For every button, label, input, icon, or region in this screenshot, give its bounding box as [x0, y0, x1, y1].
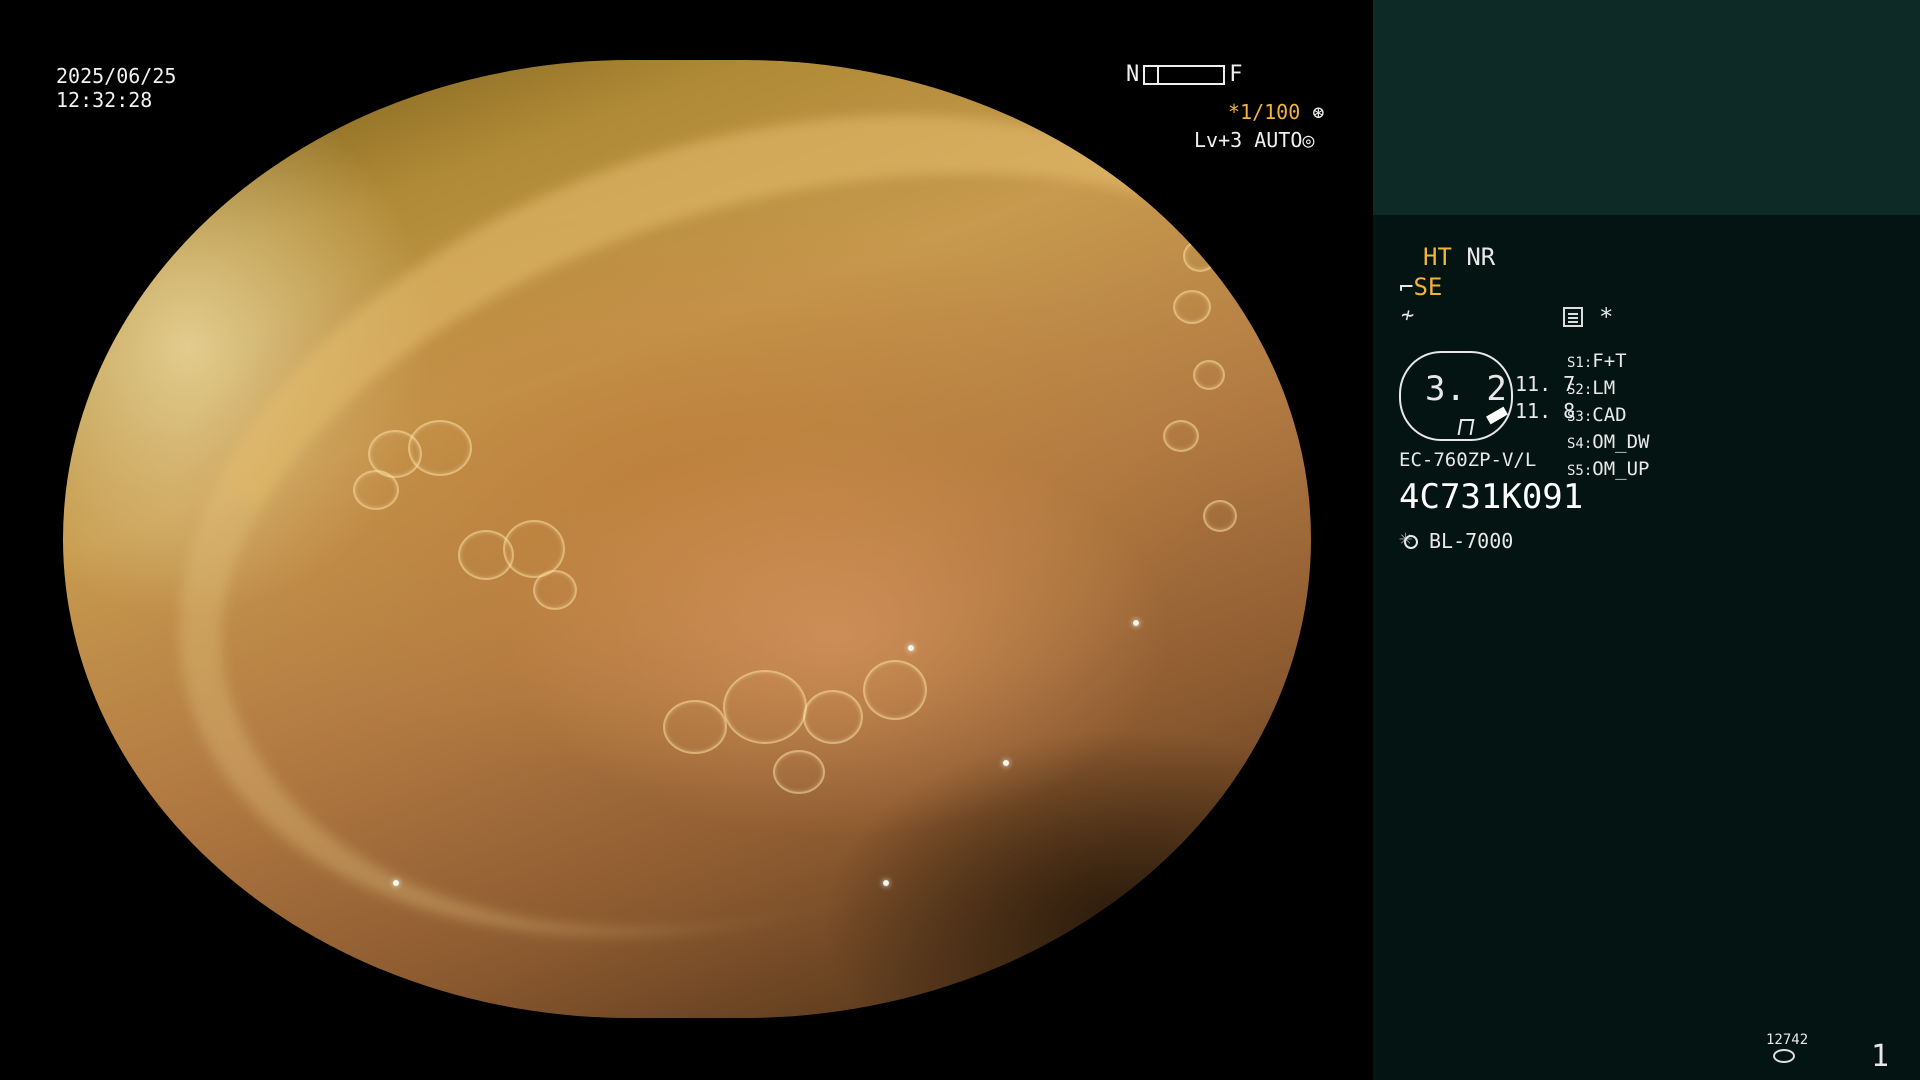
shutter-icon: ⊛ [1312, 100, 1325, 124]
bubble [1193, 360, 1225, 390]
bubble [408, 420, 472, 476]
bubble [803, 690, 863, 744]
bubble [1163, 420, 1199, 452]
light-source-model: BL-7000 [1429, 529, 1514, 553]
bubble [1183, 240, 1217, 272]
shutter-speed: *1/100 ⊛ [1228, 100, 1324, 124]
channel-indicator [1486, 406, 1508, 425]
near-label: N [1126, 62, 1140, 87]
bubble [533, 570, 577, 610]
sun-icon [1399, 526, 1421, 552]
switch-item: S1:F+T [1567, 350, 1627, 372]
near-far-bar [1143, 65, 1226, 85]
near-far-indicator: N F [1126, 63, 1243, 87]
info-panel-header [1373, 0, 1920, 215]
switch-item: S2:LM [1567, 377, 1616, 399]
light-reflection [393, 880, 399, 886]
structure-enhancement: ⌐SE [1399, 273, 1442, 301]
auto-iris-icon: ◎ [1302, 128, 1315, 152]
storage-icon [1773, 1049, 1795, 1063]
pipe-icon: ⌐ [1399, 273, 1414, 301]
near-far-marker [1157, 65, 1160, 85]
bubble [353, 470, 399, 510]
level-mode: AUTO [1254, 128, 1303, 152]
date-text: 2025/06/25 [56, 64, 177, 88]
bubble [863, 660, 927, 720]
shutter-prefix: * [1228, 100, 1241, 124]
level-text: Lv+3 [1194, 128, 1243, 152]
scope-serial-number: 4C731K091 [1399, 477, 1584, 517]
bubble [1203, 500, 1237, 532]
time-text: 12:32:28 [56, 88, 153, 112]
image-mode: HT NR [1423, 243, 1495, 271]
page-number: 1 [1871, 1039, 1890, 1074]
bubble [723, 670, 807, 744]
se-label: SE [1413, 273, 1443, 301]
bubble [1173, 290, 1211, 324]
light-reflection [1133, 620, 1139, 626]
far-label: F [1229, 62, 1243, 87]
datetime: 2025/06/25 12:32:28 [56, 64, 176, 112]
brightness-level: Lv+3 AUTO◎ [1194, 128, 1314, 152]
mark-icon: ≁ [1401, 303, 1415, 328]
light-reflection [908, 645, 914, 651]
mode-ht: HT [1423, 243, 1452, 271]
bubble [663, 700, 727, 754]
storage-count: 12742 [1766, 1032, 1809, 1048]
scope-switch-list: S1:F+T S2:LM S3:CAD S4:OM_DW S5:OM_UP [1567, 349, 1650, 484]
endoscope-view: 2025/06/25 12:32:28 N F *1/100 ⊛ Lv+3 AU… [0, 0, 1373, 1080]
switch-item: S3:CAD [1567, 404, 1627, 426]
bubble [773, 750, 825, 794]
scope-model: EC-760ZP-V/L [1399, 449, 1537, 471]
mode-nr: NR [1466, 243, 1496, 271]
mucosal-fold [73, 60, 1311, 1018]
channel-icon [1457, 419, 1475, 435]
scope-diameter: 3. 2 [1425, 369, 1507, 409]
document-icon [1563, 307, 1583, 327]
light-reflection [1153, 900, 1159, 906]
endoscopic-image [63, 60, 1311, 1018]
light-source: BL-7000 [1399, 526, 1514, 553]
light-reflection [1003, 760, 1009, 766]
info-panel: HT NR ⌐SE ≁ * 3. 2 11. 7 11. 8 S1:F+T S2… [1373, 215, 1920, 1080]
switch-item: S4:OM_DW [1567, 431, 1650, 453]
star-indicator: * [1599, 303, 1614, 331]
shutter-value: 1/100 [1240, 100, 1301, 124]
light-reflection [883, 880, 889, 886]
scope-diameter-badge: 3. 2 [1399, 351, 1513, 441]
